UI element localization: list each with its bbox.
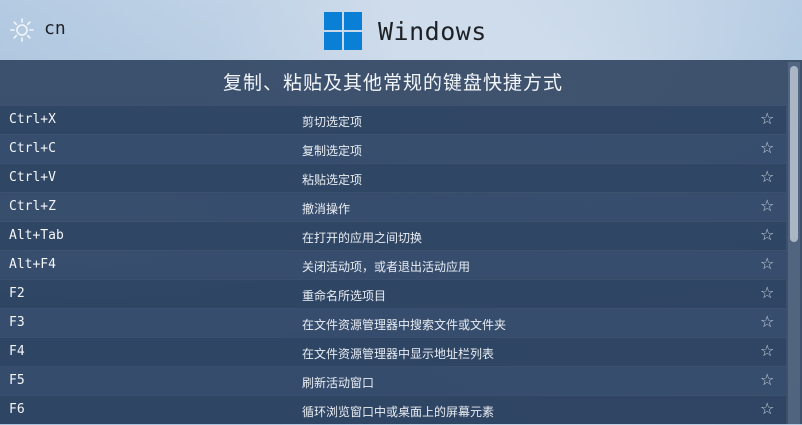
shortcut-key: Ctrl+V: [9, 170, 56, 185]
star-outline-icon[interactable]: ☆: [760, 313, 774, 331]
star-outline-icon[interactable]: ☆: [760, 226, 774, 244]
shortcut-description: 在文件资源管理器中搜索文件或文件夹: [302, 318, 507, 332]
shortcut-description: 撤消操作: [302, 202, 351, 216]
shortcut-key: F2: [9, 286, 25, 301]
shortcut-row[interactable]: F5 刷新活动窗口 ☆: [0, 367, 786, 395]
shortcut-row[interactable]: F6 循环浏览窗口中或桌面上的屏幕元素 ☆: [0, 396, 786, 424]
shortcut-key: Alt+F4: [9, 257, 56, 272]
star-outline-icon[interactable]: ☆: [760, 168, 774, 186]
shortcut-row[interactable]: Alt+Tab 在打开的应用之间切换 ☆: [0, 222, 786, 250]
star-outline-icon[interactable]: ☆: [760, 284, 774, 302]
shortcut-row[interactable]: Alt+F4 关闭活动项，或者退出活动应用 ☆: [0, 251, 786, 279]
shortcut-key: Ctrl+X: [9, 112, 56, 127]
shortcut-description: 刷新活动窗口: [302, 376, 375, 390]
shortcut-key: Ctrl+C: [9, 141, 56, 156]
section-title: 复制、粘贴及其他常规的键盘快捷方式: [222, 72, 563, 94]
shortcut-row[interactable]: Ctrl+C 复制选定项 ☆: [0, 135, 786, 163]
star-outline-icon[interactable]: ☆: [760, 400, 774, 418]
shortcut-description: 在打开的应用之间切换: [302, 231, 423, 245]
star-outline-icon[interactable]: ☆: [760, 342, 774, 360]
brand: Windows: [324, 11, 487, 51]
windows-logo-icon: [324, 12, 362, 50]
shortcut-description: 在文件资源管理器中显示地址栏列表: [302, 347, 495, 361]
shortcut-row[interactable]: Ctrl+X 剪切选定项 ☆: [0, 106, 786, 134]
star-outline-icon[interactable]: ☆: [760, 255, 774, 273]
sun-icon[interactable]: [9, 17, 35, 43]
shortcut-description: 粘贴选定项: [302, 173, 363, 187]
shortcut-key: Ctrl+Z: [9, 199, 56, 214]
top-bar: cn Windows: [0, 0, 802, 60]
shortcut-description: 重命名所选项目: [302, 289, 387, 303]
shortcut-key: F3: [9, 315, 25, 330]
shortcut-row[interactable]: F2 重命名所选项目 ☆: [0, 280, 786, 308]
star-outline-icon[interactable]: ☆: [760, 371, 774, 389]
page-title: Windows: [378, 16, 487, 46]
language-toggle[interactable]: cn: [44, 18, 66, 39]
star-outline-icon[interactable]: ☆: [760, 110, 774, 128]
shortcut-row[interactable]: Ctrl+Z 撤消操作 ☆: [0, 193, 786, 221]
shortcut-key: F4: [9, 344, 25, 359]
shortcut-description: 复制选定项: [302, 144, 363, 158]
shortcut-key: Alt+Tab: [9, 228, 64, 243]
star-outline-icon[interactable]: ☆: [760, 139, 774, 157]
shortcut-row[interactable]: F4 在文件资源管理器中显示地址栏列表 ☆: [0, 338, 786, 366]
shortcut-key: F6: [9, 402, 25, 417]
shortcut-row[interactable]: F3 在文件资源管理器中搜索文件或文件夹 ☆: [0, 309, 786, 337]
shortcut-key: F5: [9, 373, 25, 388]
scrollbar-thumb[interactable]: [790, 66, 798, 242]
shortcut-description: 循环浏览窗口中或桌面上的屏幕元素: [302, 405, 495, 419]
star-outline-icon[interactable]: ☆: [760, 197, 774, 215]
shortcut-description: 关闭活动项，或者退出活动应用: [302, 260, 471, 274]
shortcut-row[interactable]: Ctrl+V 粘贴选定项 ☆: [0, 164, 786, 192]
scrollbar[interactable]: [788, 62, 800, 424]
shortcut-list: Ctrl+X 剪切选定项 ☆ Ctrl+C 复制选定项 ☆ Ctrl+V 粘贴选定项 ☆ Ctrl…: [0, 106, 786, 425]
shortcut-description: 剪切选定项: [302, 115, 363, 129]
